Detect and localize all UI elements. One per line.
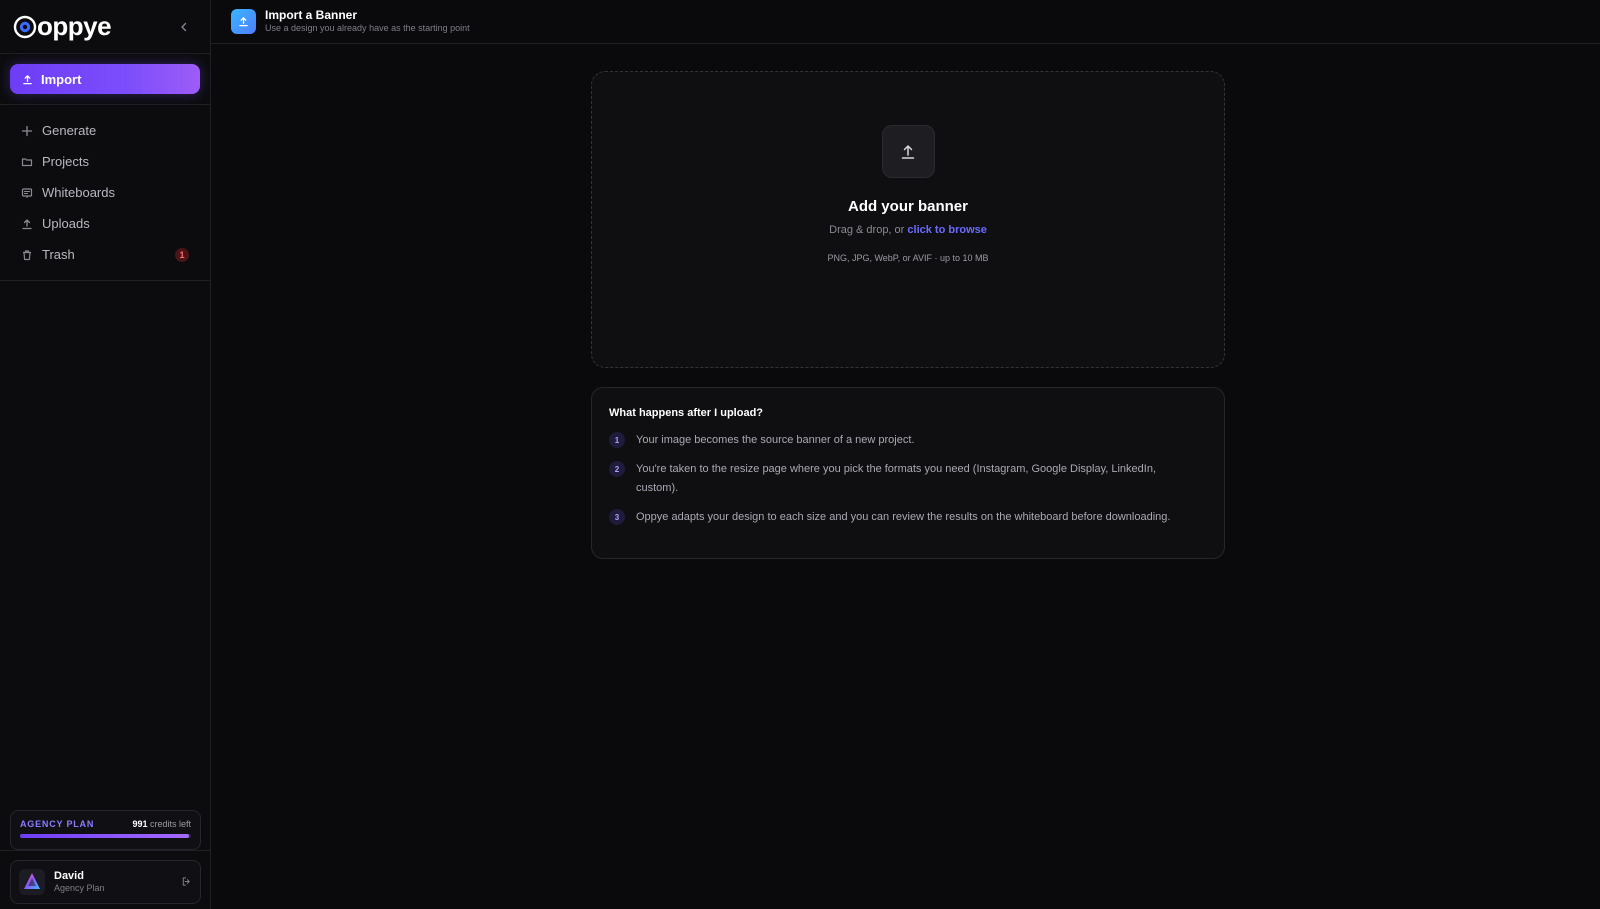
dropzone-instructions: Drag & drop, or click to browse [829,224,987,236]
sidebar-item-label: Uploads [42,216,90,231]
sidebar-item-generate[interactable]: Generate [10,115,200,146]
info-step: 1 Your image becomes the source banner o… [609,431,1207,450]
upload-info-card: What happens after I upload? 1 Your imag… [591,387,1225,559]
info-step: 3 Oppye adapts your design to each size … [609,508,1207,527]
plan-card[interactable]: AGENCY PLAN 991 credits left [10,810,201,850]
step-number: 2 [609,461,625,477]
step-number: 1 [609,432,625,448]
upload-icon [23,74,32,84]
trash-count-badge: 1 [175,247,189,262]
logout-icon [182,876,190,886]
app-name: oppye [37,11,112,41]
plus-icon [21,125,33,136]
page-title: Import a Banner [265,8,358,23]
upload-icon [22,218,32,229]
divider [0,850,211,851]
sidebar-item-whiteboards[interactable]: Whiteboards [10,177,200,208]
sidebar-nav: Generate Projects Whiteboards Uploads Tr… [0,105,210,281]
browse-link[interactable]: click to browse [907,224,986,236]
accepted-formats: PNG, JPG, WebP, or AVIF · up to 10 MB [827,253,989,263]
credits-count: 991 [132,819,148,829]
user-plan: Agency Plan [54,883,105,894]
credits-progress-fill [20,834,190,838]
sidebar-item-label: Generate [42,123,97,138]
step-text: Oppye adapts your design to each size an… [636,511,1171,523]
user-card[interactable]: David Agency Plan [10,860,201,904]
sidebar-item-uploads[interactable]: Uploads [10,208,200,239]
info-step: 2 You're taken to the resize page where … [609,460,1207,498]
banner-dropzone[interactable]: Add your banner Drag & drop, or click to… [591,71,1225,368]
step-text: Your image becomes the source banner of … [636,434,915,446]
import-button[interactable]: Import [10,64,200,94]
user-name: David [54,869,84,882]
step-number: 3 [609,509,625,525]
page-subtitle: Use a design you already have as the sta… [265,22,470,33]
sidebar-item-trash[interactable]: Trash 1 [10,239,200,270]
chevron-left-icon [181,22,187,31]
folder-icon [21,157,33,166]
dropzone-title: Add your banner [847,198,968,215]
import-button-label: Import [41,71,82,87]
step-text: You're taken to the resize page where yo… [636,463,1157,494]
upload-icon [239,17,248,27]
dropzone-prompt: Drag & drop, or [829,224,905,236]
import-section: Import [0,54,210,105]
sidebar: oppye Import Generate Projects Whiteboar… [0,0,211,909]
trash-icon [23,249,31,260]
credits-suffix: credits left [149,819,191,829]
import-banner-icon [231,9,256,34]
collapse-sidebar-button[interactable] [174,17,194,37]
plan-name: AGENCY PLAN [20,819,95,829]
avatar [19,869,45,895]
eye-logo-icon [13,15,37,38]
app-logo[interactable]: oppye [13,11,112,42]
upload-icon [901,144,915,159]
sidebar-item-label: Trash [42,247,75,262]
info-title: What happens after I upload? [609,407,764,419]
page-header: Import a Banner Use a design you already… [211,0,1600,44]
dropzone-upload-button[interactable] [881,125,935,178]
whiteboard-icon [21,187,33,198]
logo-row: oppye [0,0,210,54]
avatar-image [24,873,40,889]
credits-progress-bar [20,834,191,838]
sidebar-item-label: Projects [42,154,89,169]
sidebar-item-label: Whiteboards [42,185,115,200]
logout-button[interactable] [181,875,192,890]
sidebar-item-projects[interactable]: Projects [10,146,200,177]
credits-remaining: 991 credits left [132,819,191,829]
